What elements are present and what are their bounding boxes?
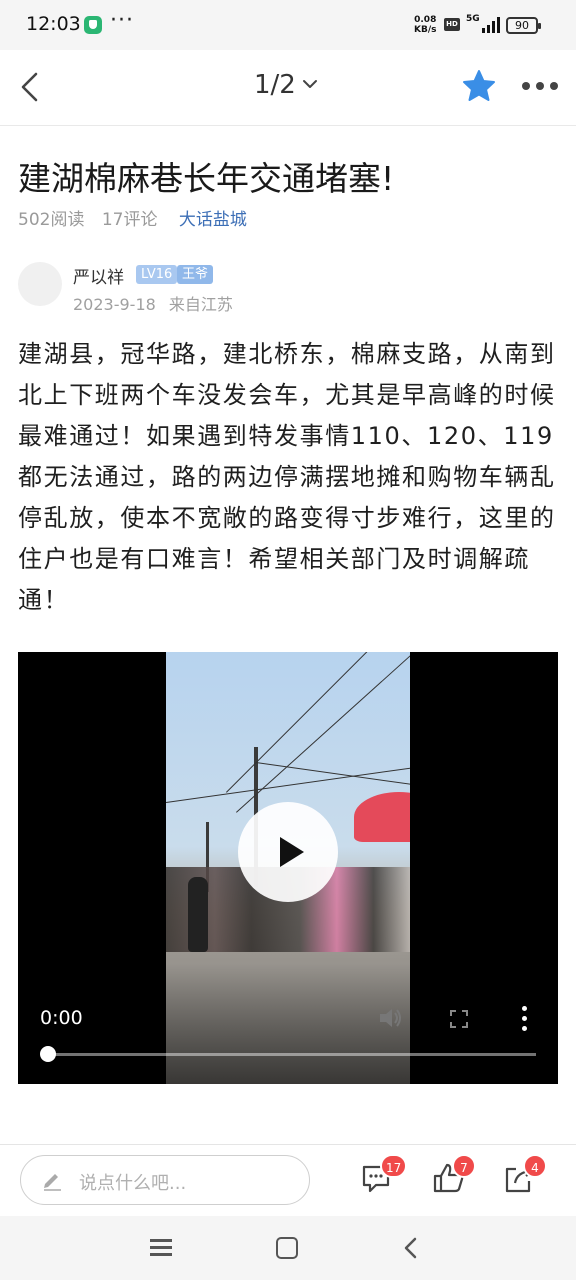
security-shield-icon <box>84 16 102 34</box>
avatar[interactable] <box>18 262 62 306</box>
notification-more-icon: ··· <box>110 8 134 33</box>
post-location: 来自江苏 <box>168 295 233 314</box>
article-meta: 502阅读 17评论 大话盐城 <box>18 205 259 230</box>
comment-button[interactable]: 17 <box>360 1154 408 1195</box>
video-player[interactable]: 0:00 <box>18 652 558 1084</box>
video-progress-track[interactable] <box>48 1053 536 1056</box>
network-speed-unit: KB/s <box>414 25 437 35</box>
menu-icon[interactable] <box>150 1238 172 1258</box>
back-arrow-icon[interactable] <box>18 70 42 104</box>
status-bar: 12:03 ··· 0.08 KB/s HD 5G 90 <box>0 0 576 50</box>
system-nav-bar <box>0 1216 576 1280</box>
network-speed-value: 0.08 <box>414 15 437 25</box>
status-time: 12:03 <box>26 13 81 35</box>
post-date: 2023-9-18 <box>73 295 156 314</box>
more-icon[interactable] <box>520 80 560 92</box>
network-speed: 0.08 KB/s <box>414 15 436 35</box>
signal-icon <box>476 15 500 33</box>
page-indicator[interactable]: 1/2 <box>254 70 296 100</box>
article-title: 建湖棉麻巷长年交通堵塞! <box>18 159 395 198</box>
like-count-badge: 7 <box>452 1154 476 1178</box>
chevron-down-icon[interactable] <box>302 76 318 92</box>
level-badge: LV16 <box>136 265 178 284</box>
like-button[interactable]: 7 <box>432 1154 476 1195</box>
star-icon[interactable] <box>462 69 496 103</box>
top-nav-bar: 1/2 <box>0 50 576 126</box>
role-badge: 王爷 <box>177 265 214 284</box>
video-progress-thumb[interactable] <box>40 1046 56 1062</box>
post-date-location: 2023-9-18 来自江苏 <box>73 291 233 315</box>
circle-link[interactable]: 大话盐城 <box>179 210 247 230</box>
volume-icon[interactable] <box>378 1006 404 1030</box>
back-icon[interactable] <box>402 1236 420 1260</box>
battery-icon: 90 <box>506 17 541 34</box>
video-time: 0:00 <box>40 1007 83 1029</box>
comment-input[interactable]: 说点什么吧... <box>20 1155 310 1205</box>
hd-icon: HD <box>444 18 460 31</box>
video-menu-icon[interactable] <box>520 1006 528 1032</box>
read-count: 502阅读 <box>18 210 85 230</box>
article-body: 建湖县，冠华路，建北桥东，棉麻支路，从南到北上下班两个车没发会车，尤其是早高峰的… <box>18 340 556 614</box>
share-button[interactable]: 4 <box>503 1154 547 1195</box>
author-name[interactable]: 严以祥 <box>73 263 124 288</box>
home-icon[interactable] <box>276 1237 298 1259</box>
share-count-badge: 4 <box>523 1154 547 1178</box>
comment-count: 17评论 <box>101 210 158 230</box>
comment-count-badge: 17 <box>380 1154 408 1178</box>
fullscreen-icon[interactable] <box>450 1010 468 1028</box>
bottom-action-bar: 说点什么吧... 17 7 4 <box>0 1144 576 1216</box>
play-icon[interactable] <box>238 802 338 902</box>
pencil-icon <box>44 1174 61 1191</box>
comment-placeholder: 说点什么吧... <box>79 1173 187 1194</box>
